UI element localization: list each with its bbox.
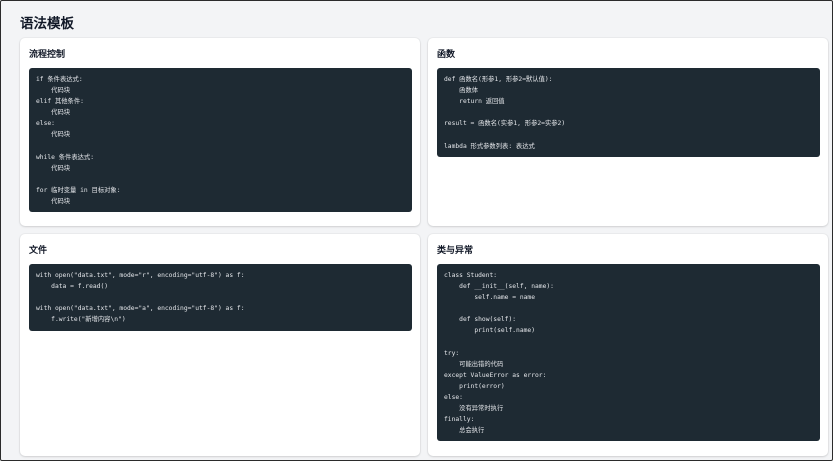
code-line: print(self.name) <box>444 327 535 335</box>
code-block-file: with open("data.txt", mode="r", encoding… <box>29 264 412 331</box>
code-block-function: def 函数名(形参1, 形参2=默认值): 函数体 return 返回值 re… <box>437 68 820 157</box>
code-line: class Student: <box>444 272 498 279</box>
code-line: 函数体 <box>444 87 479 95</box>
code-line: 代码块 <box>36 164 71 172</box>
code-line: 总会执行 <box>444 427 485 435</box>
code-line: 代码块 <box>36 198 71 206</box>
code-line: lambda 形式参数列表: 表达式 <box>444 142 535 150</box>
code-line: else: <box>36 120 55 128</box>
code-line: def __init__(self, name): <box>444 283 554 291</box>
code-line: self.name = name <box>444 294 535 302</box>
code-line: 代码块 <box>36 87 71 95</box>
card-title-function: 函数 <box>437 50 456 60</box>
page-title: 语法模板 <box>20 16 74 32</box>
app-frame: 语法模板 流程控制 if 条件表达式: 代码块 elif 其他条件: 代码块 e… <box>0 0 833 461</box>
code-line: while 条件表达式: <box>36 153 95 161</box>
code-block-flow-control: if 条件表达式: 代码块 elif 其他条件: 代码块 else: 代码块 w… <box>29 68 412 212</box>
card-title-file: 文件 <box>29 246 48 256</box>
code-line: for 临时变量 in 目标对象: <box>36 186 121 194</box>
code-line: with open("data.txt", mode="r", encoding… <box>36 272 245 279</box>
code-line: if 条件表达式: <box>36 76 83 83</box>
code-line: 可能出错的代码 <box>444 360 504 368</box>
code-block-class-exception: class Student: def __init__(self, name):… <box>437 264 820 441</box>
code-line: 没有异常时执行 <box>444 405 504 413</box>
code-line: def 函数名(形参1, 形参2=默认值): <box>444 76 553 83</box>
card-file: 文件 with open("data.txt", mode="r", encod… <box>20 234 420 456</box>
card-class-exception: 类与异常 class Student: def __init__(self, n… <box>428 234 828 456</box>
code-line: f.write("新增内容\n") <box>36 316 126 324</box>
card-function: 函数 def 函数名(形参1, 形参2=默认值): 函数体 return 返回值… <box>428 38 828 226</box>
code-line: with open("data.txt", mode="a", encoding… <box>36 305 245 313</box>
code-line: result = 函数名(实参1, 形参2=实参2) <box>444 120 566 128</box>
code-line: elif 其他条件: <box>36 98 84 106</box>
card-title-flow-control: 流程控制 <box>29 50 66 60</box>
code-line: return 返回值 <box>444 98 505 106</box>
code-line: finally: <box>444 416 475 424</box>
code-line: data = f.read() <box>36 283 109 291</box>
code-line: else: <box>444 394 463 402</box>
card-flow-control: 流程控制 if 条件表达式: 代码块 elif 其他条件: 代码块 else: … <box>20 38 420 226</box>
code-line: try: <box>444 349 460 357</box>
code-line: except ValueError as error: <box>444 371 547 379</box>
code-line: 代码块 <box>36 109 71 117</box>
code-line: print(error) <box>444 382 505 390</box>
card-title-class-exception: 类与异常 <box>437 246 474 256</box>
code-line: def show(self): <box>444 316 517 324</box>
code-line: 代码块 <box>36 131 71 139</box>
